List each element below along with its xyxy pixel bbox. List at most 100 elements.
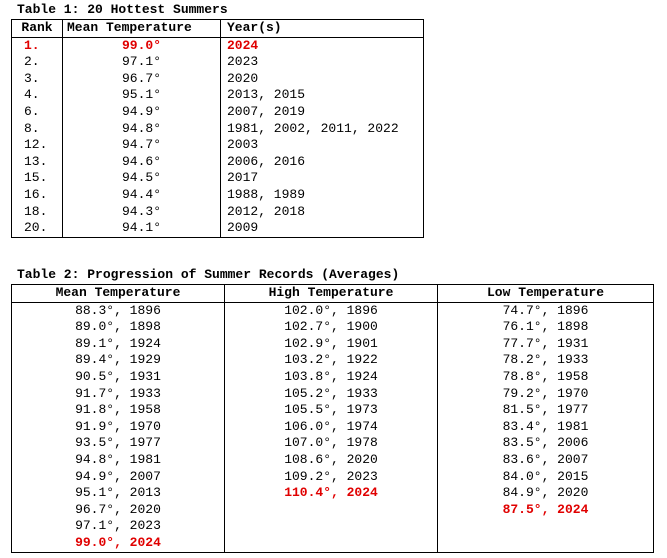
table2-header-low: Low Temperature	[437, 284, 654, 303]
rank-cell: 15.	[11, 170, 63, 187]
years-cell: 2017	[227, 170, 259, 186]
rank-cell: 18.	[11, 203, 63, 221]
low-record-cell: 81.5°, 1977	[502, 402, 589, 418]
low-record-cell: 87.5°, 2024	[502, 501, 589, 517]
table2-body: 88.3°, 1896 102.0°, 1896 74.7°, 1896 89.0°,…	[11, 302, 654, 552]
low-record-cell: 84.0°, 2015	[502, 468, 589, 484]
mean-temp-cell: 94.7°	[62, 137, 221, 154]
mean-record-cell: 91.7°, 1933	[11, 385, 225, 403]
low-record-cell: 77.7°, 1931	[502, 335, 589, 351]
table2-header-high: High Temperature	[224, 284, 438, 303]
table-row: 95.1°, 2013 110.4°, 2024 84.9°, 2020	[11, 485, 654, 502]
table-row: 16. 94.4° 1988, 1989	[11, 186, 424, 204]
years-cell: 2006, 2016	[227, 153, 306, 169]
years-cell: 2013, 2015	[227, 87, 306, 103]
table-row: 12. 94.7° 2003	[11, 137, 424, 154]
mean-record-cell: 88.3°, 1896	[11, 302, 225, 320]
mean-record-cell: 89.1°, 1924	[11, 335, 225, 353]
rank-cell: 4.	[11, 87, 63, 104]
years-cell: 1988, 1989	[227, 186, 306, 202]
years-cell: 2009	[227, 220, 259, 236]
table-row: 89.1°, 1924 102.9°, 1901 77.7°, 1931	[11, 335, 654, 353]
rank-cell: 12.	[11, 137, 63, 154]
mean-record-cell: 89.0°, 1898	[11, 319, 225, 336]
mean-temp-cell: 94.3°	[62, 203, 221, 221]
table-row: 91.8°, 1958 105.5°, 1973 81.5°, 1977	[11, 402, 654, 419]
low-record-cell: 83.4°, 1981	[502, 418, 589, 434]
table-row: 8. 94.8° 1981, 2002, 2011, 2022	[11, 120, 424, 138]
table-row: 91.7°, 1933 105.2°, 1933 79.2°, 1970	[11, 385, 654, 403]
low-record-cell: 74.7°, 1896	[502, 302, 589, 318]
table-row: 20. 94.1° 2009	[11, 220, 424, 238]
table-row: 2. 97.1° 2023	[11, 54, 424, 71]
table1-body: 1. 99.0° 2024 2. 97.1° 2023 3. 96.7° 2020 4. 95.1°…	[11, 37, 424, 238]
table-row: 89.0°, 1898 102.7°, 1900 76.1°, 1898	[11, 319, 654, 336]
high-record-cell: 103.2°, 1922	[224, 352, 438, 369]
low-record-cell: 78.8°, 1958	[502, 368, 589, 384]
table1-caption: Table 1: 20 Hottest Summers	[17, 2, 228, 17]
mean-temp-cell: 94.5°	[62, 170, 221, 187]
low-record-cell: 79.2°, 1970	[502, 385, 589, 401]
high-record-cell: 102.9°, 1901	[224, 335, 438, 353]
mean-temp-cell: 94.6°	[62, 153, 221, 171]
table-row: 96.7°, 2020 87.5°, 2024	[11, 501, 654, 519]
low-record-cell	[438, 518, 654, 535]
mean-record-cell: 90.5°, 1931	[11, 368, 225, 386]
mean-record-cell: 89.4°, 1929	[11, 352, 225, 369]
mean-temp-cell: 94.1°	[62, 220, 221, 238]
table1-header-mean-temp: Mean Temperature	[62, 19, 221, 38]
mean-record-cell: 91.8°, 1958	[11, 402, 225, 419]
high-record-cell: 103.8°, 1924	[224, 368, 438, 386]
years-cell: 2020	[227, 70, 259, 86]
mean-temp-cell: 94.4°	[62, 186, 221, 204]
years-cell: 2003	[227, 137, 259, 153]
mean-temp-cell: 96.7°	[62, 70, 221, 88]
years-cell: 2024	[227, 37, 259, 53]
mean-temp-cell: 94.8°	[62, 120, 221, 138]
mean-temp-cell: 97.1°	[62, 54, 221, 71]
table-row: 18. 94.3° 2012, 2018	[11, 203, 424, 221]
high-record-cell: 105.2°, 1933	[224, 385, 438, 403]
years-cell: 2012, 2018	[227, 203, 306, 219]
low-record-cell: 76.1°, 1898	[502, 319, 589, 335]
mean-record-cell: 91.9°, 1970	[11, 418, 225, 436]
summer-records-table: Mean Temperature High Temperature Low Te…	[11, 284, 654, 553]
low-record-cell: 83.5°, 2006	[502, 435, 589, 451]
table-row: 88.3°, 1896 102.0°, 1896 74.7°, 1896	[11, 302, 654, 320]
rank-cell: 3.	[11, 70, 63, 88]
table-row: 90.5°, 1931 103.8°, 1924 78.8°, 1958	[11, 368, 654, 386]
high-record-cell: 102.7°, 1900	[224, 319, 438, 336]
table1-header-years: Year(s)	[220, 19, 424, 38]
mean-record-cell: 94.8°, 1981	[11, 451, 225, 469]
mean-record-cell: 93.5°, 1977	[11, 435, 225, 452]
table-row: 15. 94.5° 2017	[11, 170, 424, 187]
rank-cell: 1.	[11, 37, 63, 55]
table1-header-row: Rank Mean Temperature Year(s)	[11, 19, 424, 38]
low-record-cell	[438, 535, 654, 552]
table-row: 91.9°, 1970 106.0°, 1974 83.4°, 1981	[11, 418, 654, 436]
low-record-cell: 83.6°, 2007	[502, 451, 589, 467]
high-record-cell: 109.2°, 2023	[224, 468, 438, 486]
high-record-cell	[224, 501, 438, 519]
high-record-cell: 110.4°, 2024	[224, 485, 438, 502]
table-row: 6. 94.9° 2007, 2019	[11, 103, 424, 121]
years-cell: 1981, 2002, 2011, 2022	[227, 120, 399, 136]
high-record-cell	[224, 518, 438, 535]
table2-header-mean: Mean Temperature	[11, 284, 225, 303]
rank-cell: 20.	[11, 220, 63, 238]
hottest-summers-table: Rank Mean Temperature Year(s) 1. 99.0° 202…	[11, 19, 424, 238]
table-row: 97.1°, 2023	[11, 518, 654, 535]
high-record-cell: 106.0°, 1974	[224, 418, 438, 436]
low-record-cell: 84.9°, 2020	[502, 485, 589, 501]
rank-cell: 16.	[11, 186, 63, 204]
rank-cell: 8.	[11, 120, 63, 138]
high-record-cell: 107.0°, 1978	[224, 435, 438, 452]
table-row: 93.5°, 1977 107.0°, 1978 83.5°, 2006	[11, 435, 654, 452]
mean-temp-cell: 95.1°	[62, 87, 221, 104]
high-record-cell: 105.5°, 1973	[224, 402, 438, 419]
rank-cell: 13.	[11, 153, 63, 171]
table-row: 13. 94.6° 2006, 2016	[11, 153, 424, 171]
table1-header-rank: Rank	[11, 19, 63, 38]
table-row: 99.0°, 2024	[11, 534, 654, 552]
mean-record-cell: 95.1°, 2013	[11, 485, 225, 502]
